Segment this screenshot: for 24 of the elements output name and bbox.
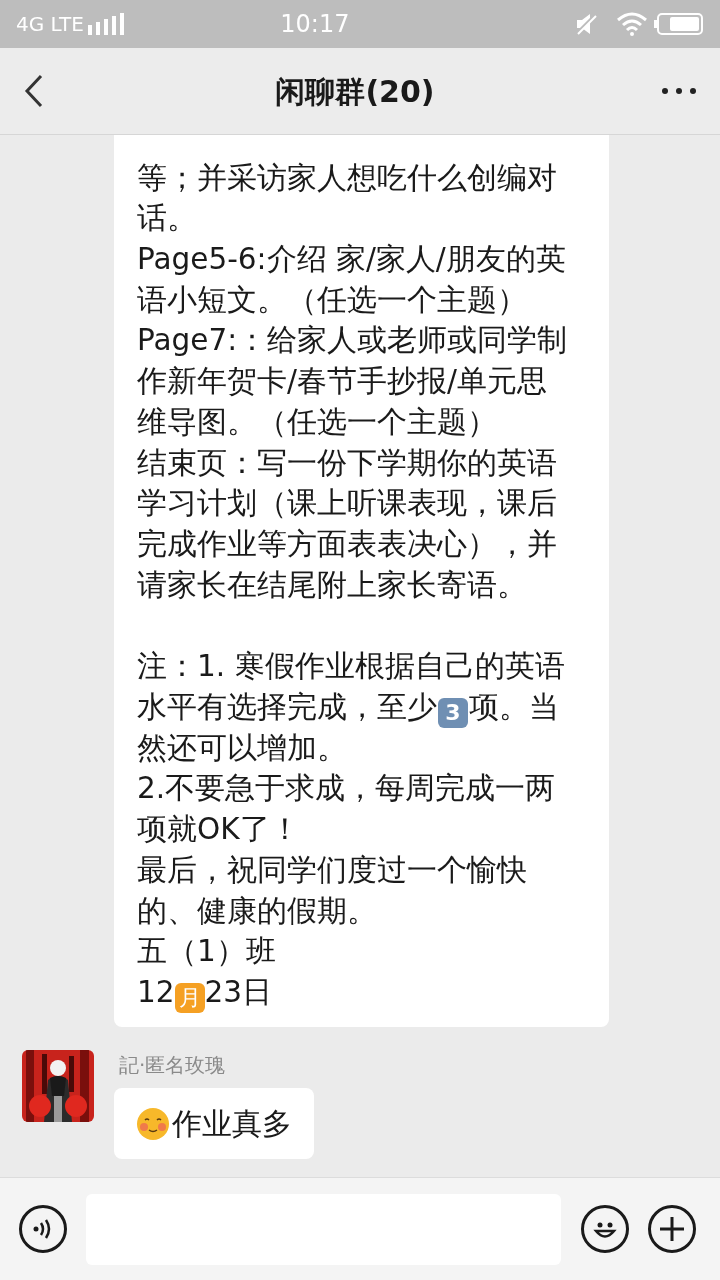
message-paragraph: 结束页：写一份下学期你的英语学习计划（课上听课表现，课后完成作业等方面表表决心），并请家长在结尾附上家长寄语。 xyxy=(137,444,558,604)
battery-icon xyxy=(654,12,704,36)
message-paragraph: 12 月 23日 xyxy=(137,972,575,1013)
message-paragraph: 等；并采访家人想吃什么创编对话。 xyxy=(137,159,558,238)
message-text: 作业真多 xyxy=(172,1105,292,1143)
add-button[interactable] xyxy=(648,1205,696,1253)
back-icon xyxy=(24,74,44,108)
chat-title: 闲聊群(20) xyxy=(274,72,436,111)
signal-icon xyxy=(87,13,126,35)
message-paragraph: 注：1. 寒假作业根据自己的英语水平有选择完成，至少 3 项。当然还可以增加。 xyxy=(137,648,566,767)
network-label: 4G LTE xyxy=(16,11,84,38)
wifi-icon xyxy=(616,12,648,36)
message-paragraph: Page7:：给家人或老师或同学制作新年贺卡/春节手抄报/单元思维导图。（任选一个主题） xyxy=(137,322,569,441)
voice-button[interactable] xyxy=(19,1205,67,1253)
emoji-button[interactable] xyxy=(581,1205,629,1253)
blushing-face-icon xyxy=(136,1106,170,1141)
sender-name: 記·匿名玫瑰 xyxy=(119,1052,227,1079)
mute-icon xyxy=(574,12,600,36)
message-paragraph: 2.不要急于求成，每周完成一两项就OK了！ xyxy=(137,770,557,849)
clock: 10:17 xyxy=(279,9,351,40)
message-paragraph: Page5-6:介绍 家/家人/朋友的英语小短文。（任选一个主题） xyxy=(137,241,567,319)
plus-icon xyxy=(659,1216,685,1242)
message-paragraph: 五（1）班 xyxy=(137,933,277,971)
message-paragraph: 最后，祝同学们度过一个愉快的、健康的假期。 xyxy=(137,851,528,930)
